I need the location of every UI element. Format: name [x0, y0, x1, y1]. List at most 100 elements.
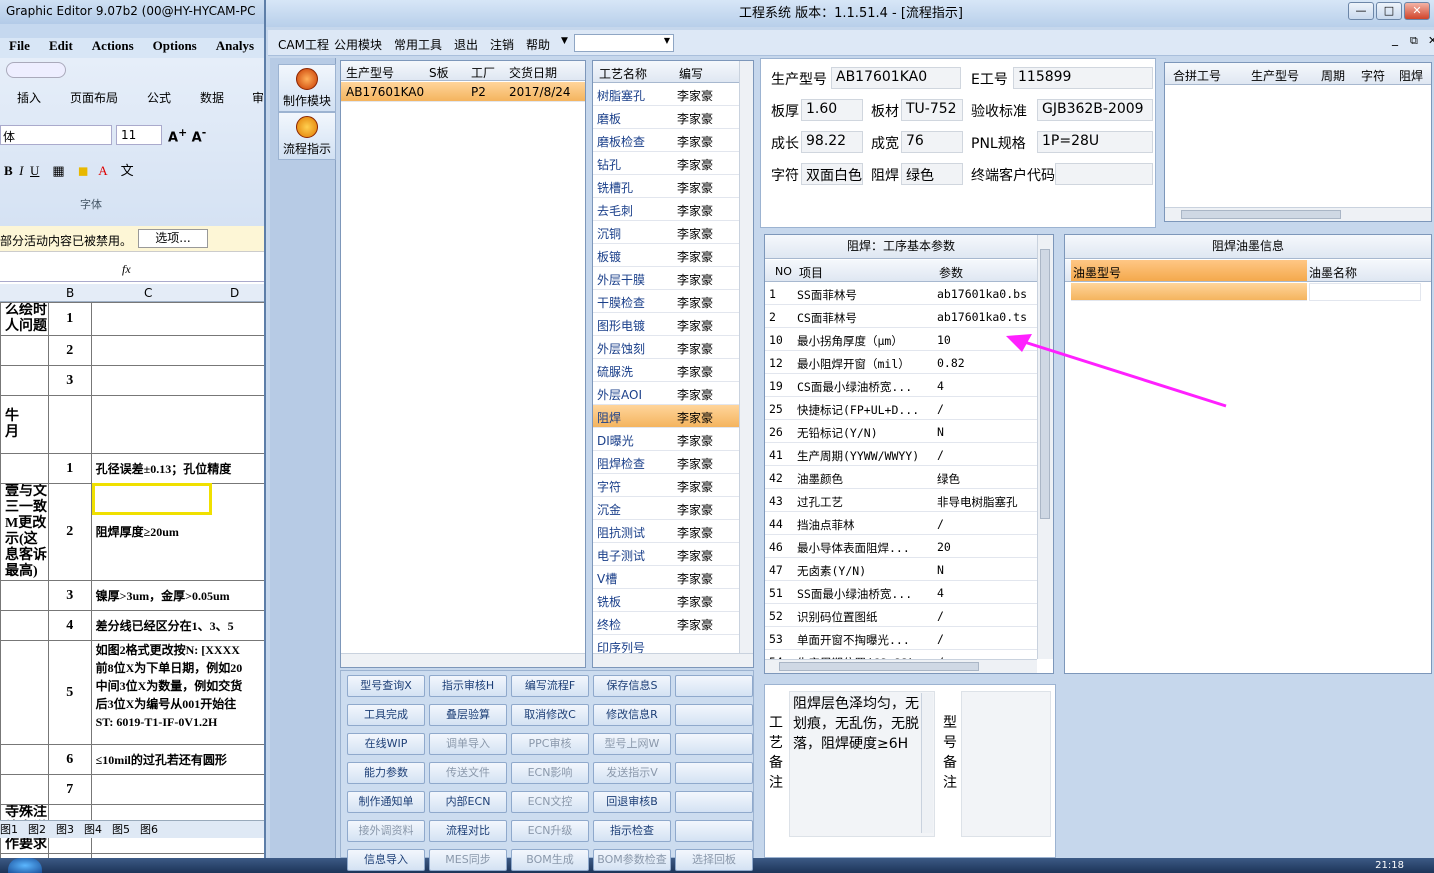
bg-ribbon-tab-insert[interactable]: 插入 [17, 89, 41, 106]
param-row[interactable]: 47 无卤素(Y/N) N [765, 558, 1037, 581]
order-hscrollbar[interactable] [341, 653, 585, 667]
action-button[interactable]: 流程对比 [429, 820, 507, 842]
bg-sheet-tab[interactable]: 图2 [28, 823, 46, 836]
action-button[interactable] [675, 733, 753, 755]
process-row[interactable]: 干膜检查 李家豪 [593, 290, 739, 313]
process-row[interactable]: 铣槽孔 李家豪 [593, 175, 739, 198]
col-cycle[interactable]: 周期 [1321, 67, 1345, 84]
bg-sheet-cell[interactable]: ≤10mil的过孔若还有圆形 [90, 744, 270, 775]
process-row[interactable]: 电子测试 李家豪 [593, 543, 739, 566]
bg-sheet-cell[interactable]: 差分线已经区分在1、3、5 [90, 610, 270, 641]
bg-menu-analys[interactable]: Analys [216, 38, 254, 53]
col-date[interactable]: 交货日期 [509, 64, 557, 81]
action-button[interactable] [675, 791, 753, 813]
bg-sheet-cell[interactable]: 2 [48, 483, 92, 581]
action-button[interactable]: BOM生成 [511, 849, 589, 871]
process-row[interactable]: 去毛刺 李家豪 [593, 198, 739, 221]
process-row[interactable]: V槽 李家豪 [593, 566, 739, 589]
action-button[interactable] [675, 762, 753, 784]
action-button[interactable] [675, 820, 753, 842]
process-row[interactable]: 硫脲洗 李家豪 [593, 359, 739, 382]
action-button[interactable]: 编写流程F [511, 675, 589, 697]
action-button[interactable]: 发送指示V [593, 762, 671, 784]
col-item[interactable]: 项目 [799, 264, 823, 281]
param-row[interactable]: 51 SS面最小绿油桥宽... 4 [765, 581, 1037, 604]
mdi-restore-icon[interactable]: ⧉ [1410, 34, 1418, 48]
bg-formula-bar[interactable]: fx [0, 258, 270, 282]
field-thickness[interactable]: 1.60 [801, 99, 863, 121]
menu-logout[interactable]: 注销 [490, 36, 514, 53]
ink-row[interactable] [1071, 283, 1307, 301]
process-row[interactable]: 终检 李家豪 [593, 612, 739, 635]
action-button[interactable]: 取消修改C [511, 704, 589, 726]
process-row[interactable]: 阻抗测试 李家豪 [593, 520, 739, 543]
process-row[interactable]: 字符 李家豪 [593, 474, 739, 497]
bg-sheet-cell[interactable]: 镍厚>3um，金厚>0.05um [90, 580, 270, 611]
bg-sheet-cell[interactable] [0, 453, 49, 484]
process-row[interactable]: 外层蚀刻 李家豪 [593, 336, 739, 359]
bg-font-name[interactable]: 体 [0, 125, 112, 145]
param-row[interactable]: 46 最小导体表面阻焊... 20 [765, 535, 1037, 558]
process-row[interactable]: 外层干膜 李家豪 [593, 267, 739, 290]
bg-sheet-cell[interactable] [0, 580, 49, 611]
col-combine-model[interactable]: 生产型号 [1251, 67, 1299, 84]
minimize-button[interactable]: — [1348, 2, 1374, 20]
side-build-module[interactable]: 制作模块 [278, 64, 336, 112]
process-row[interactable]: 铣板 李家豪 [593, 589, 739, 612]
field-pnl[interactable]: 1P=28U [1037, 131, 1153, 153]
process-row[interactable]: 外层AOI 李家豪 [593, 382, 739, 405]
field-material[interactable]: TU-752 [901, 99, 963, 121]
params-vscrollbar[interactable] [1037, 235, 1053, 659]
combine-hscrollbar[interactable] [1165, 207, 1431, 221]
bg-format-buttons[interactable]: B I U ▦ ◼ A 文 [4, 160, 214, 180]
process-row[interactable]: 阻焊检查 李家豪 [593, 451, 739, 474]
action-button[interactable]: ECN文控 [511, 791, 589, 813]
action-button[interactable] [675, 704, 753, 726]
process-hscrollbar[interactable] [593, 653, 753, 667]
action-button[interactable]: 叠层验算 [429, 704, 507, 726]
bg-ribbon-tab-formula[interactable]: 公式 [147, 89, 171, 106]
bg-sheet-cell[interactable]: 牛 月 [0, 395, 49, 454]
close-button[interactable]: ✕ [1404, 2, 1430, 20]
mdi-close-icon[interactable]: ✕ [1428, 34, 1434, 47]
field-eno[interactable]: 115899 [1013, 67, 1153, 89]
bg-sheet-cell[interactable]: 7 [48, 774, 92, 805]
mdi-minimize-icon[interactable]: _ [1392, 32, 1398, 46]
action-button[interactable]: 调单导入 [429, 733, 507, 755]
menu-public[interactable]: 公用模块 [334, 36, 382, 53]
col-model[interactable]: 生产型号 [346, 64, 394, 81]
bg-sheet-cell[interactable] [0, 744, 49, 775]
param-row[interactable]: 1 SS面菲林号 ab17601ka0.bs [765, 282, 1037, 305]
action-button[interactable]: 指示审核H [429, 675, 507, 697]
combine-scroll-thumb[interactable] [1181, 210, 1341, 219]
param-row[interactable]: 41 生产周期(YYWW/WWYY) / [765, 443, 1037, 466]
bg-grow-font-icon[interactable]: A+ A- [168, 126, 212, 145]
process-row[interactable]: 沉金 李家豪 [593, 497, 739, 520]
col-char[interactable]: 字符 [1361, 67, 1385, 84]
action-button[interactable]: 选择回板 [675, 849, 753, 871]
process-row[interactable]: 树脂塞孔 李家豪 [593, 83, 739, 106]
bg-sheet-cell[interactable]: 4 [48, 610, 92, 641]
start-button[interactable] [8, 858, 42, 873]
col-ink-type[interactable]: 油墨型号 [1071, 260, 1307, 281]
field-standard[interactable]: GJB362B-2009 [1037, 99, 1153, 121]
bg-sheet-cell[interactable]: 5 [48, 640, 92, 745]
note-vscrollbar[interactable] [921, 693, 933, 833]
bg-sheet-cell[interactable]: 么绘时 人问题 [0, 302, 49, 336]
process-note-text[interactable]: 阻焊层色泽均匀，无划痕，无乱伤，无脱落，阻焊硬度≥6H [789, 691, 935, 837]
param-row[interactable]: 52 识别码位置图纸 / [765, 604, 1037, 627]
bg-sheet-cell[interactable]: 2 [48, 335, 92, 366]
action-button[interactable]: ECN影响 [511, 762, 589, 784]
menu-dropdown-icon[interactable]: ▼ [561, 36, 568, 46]
action-button[interactable]: 能力参数 [347, 762, 425, 784]
col-process-name[interactable]: 工艺名称 [599, 65, 647, 82]
bg-sheet-tab[interactable]: 图4 [84, 823, 102, 836]
bg-sheet-tab[interactable]: 图5 [112, 823, 130, 836]
menu-exit[interactable]: 退出 [454, 36, 478, 53]
bg-sheet-tab[interactable]: 图1 [0, 823, 18, 836]
param-row[interactable]: 44 挡油点菲林 / [765, 512, 1037, 535]
action-button[interactable]: MES同步 [429, 849, 507, 871]
action-button[interactable]: 保存信息S [593, 675, 671, 697]
col-no[interactable]: NO [775, 265, 792, 278]
bg-sheet-cell[interactable]: 1 [48, 302, 92, 336]
